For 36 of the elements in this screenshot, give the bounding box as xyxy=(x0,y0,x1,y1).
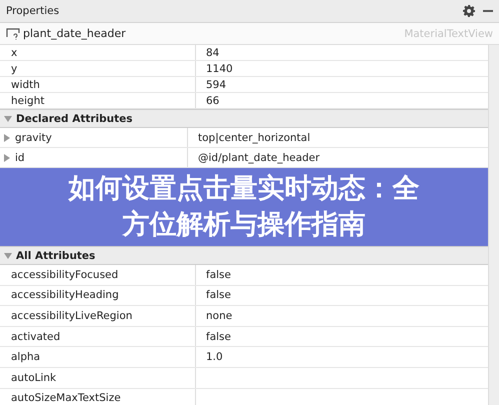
settings-icon[interactable] xyxy=(463,5,475,17)
attribute-value: false xyxy=(206,268,231,281)
attribute-name: id xyxy=(15,152,25,164)
text-view-icon xyxy=(6,28,20,40)
scrollbar[interactable] xyxy=(488,45,499,405)
property-value: 84 xyxy=(205,46,220,60)
attribute-name: accessibilityHeading xyxy=(11,289,119,302)
expand-triangle-icon[interactable] xyxy=(3,154,11,162)
attribute-value: 1.0 xyxy=(206,351,223,364)
property-value: 594 xyxy=(205,78,228,92)
property-name: y xyxy=(0,61,196,76)
attribute-value: none xyxy=(206,310,232,322)
component-name: plant_date_header xyxy=(23,27,127,40)
attribute-name: accessibilityFocused xyxy=(11,268,118,281)
section-header[interactable]: All Attributes xyxy=(0,246,488,265)
attribute-value: false xyxy=(206,330,231,343)
section-header[interactable]: Declared Attributes xyxy=(0,109,488,128)
section-title: Declared Attributes xyxy=(16,112,133,124)
banner-title: 如何设置点击量实时动态：全方位解析与操作指南 xyxy=(67,172,420,242)
attribute-name: activated xyxy=(11,330,60,343)
attribute-value: @id/plant_date_header xyxy=(198,152,320,164)
attribute-name: autoSizeMaxTextSize xyxy=(11,392,121,404)
property-value: 66 xyxy=(205,94,220,108)
property-name: width xyxy=(0,77,196,92)
property-value: 1140 xyxy=(205,62,234,76)
expand-triangle-icon[interactable] xyxy=(3,134,11,142)
attribute-value: top|center_horizontal xyxy=(198,132,310,144)
attribute-name: accessibilityLiveRegion xyxy=(11,310,132,322)
property-name: x xyxy=(0,45,196,60)
section-title: All Attributes xyxy=(16,250,96,262)
panel-title: Properties xyxy=(6,5,60,17)
attribute-value: false xyxy=(206,289,231,302)
attribute-name: autoLink xyxy=(11,372,56,384)
attribute-name: gravity xyxy=(15,132,52,144)
attribute-name: alpha xyxy=(11,351,40,364)
property-name: height xyxy=(0,93,196,108)
